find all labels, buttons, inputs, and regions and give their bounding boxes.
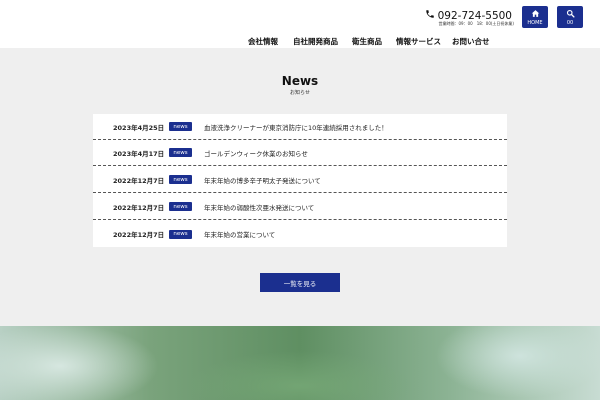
news-subtitle: お知らせ: [290, 90, 310, 96]
news-title: News: [281, 74, 319, 88]
news-link[interactable]: 血液洗浄クリーナーが東京消防庁に10年連続採用されました！: [204, 122, 388, 132]
home-icon: [531, 9, 540, 20]
search-button-label: 00: [566, 20, 574, 26]
home-button-label: HOME: [527, 20, 543, 26]
nav-item-own-products[interactable]: 自社開発商品: [293, 36, 338, 47]
search-icon: [566, 9, 575, 20]
news-tag: news: [169, 202, 192, 211]
nav-item-contact[interactable]: お問い合せ: [452, 36, 490, 47]
news-item[interactable]: 2023年4月17日 news ゴールデンウィーク休業のお知らせ: [93, 140, 507, 166]
phone-number: 092-724-5500: [437, 9, 512, 22]
search-button[interactable]: 00: [557, 6, 583, 28]
news-link[interactable]: 年末年始の営業について: [204, 229, 275, 239]
news-date: 2022年12月7日: [113, 203, 165, 212]
news-tag: news: [169, 122, 192, 131]
main-nav: 会社情報 自社開発商品 衛生商品 情報サービス お問い合せ: [0, 36, 600, 48]
hero-photo: [0, 326, 600, 400]
nav-item-info-services[interactable]: 情報サービス: [396, 36, 441, 47]
news-link[interactable]: 年末年始の博多辛子明太子発送について: [204, 175, 321, 185]
news-item[interactable]: 2022年12月7日 news 年末年始の博多辛子明太子発送について: [93, 167, 507, 193]
news-item[interactable]: 2023年4月25日 news 血液洗浄クリーナーが東京消防庁に10年連続採用さ…: [93, 114, 507, 140]
news-date: 2023年4月17日: [113, 149, 165, 158]
view-all-news-button[interactable]: 一覧を見る: [260, 273, 340, 292]
news-item[interactable]: 2022年12月7日 news 年末年始の営業について: [93, 221, 507, 247]
news-date: 2023年4月25日: [113, 123, 165, 132]
news-tag: news: [169, 229, 192, 239]
news-item[interactable]: 2022年12月7日 news 年末年始の弱酸性次亜水発送について: [93, 194, 507, 220]
news-date: 2022年12月7日: [113, 231, 165, 239]
news-link[interactable]: 年末年始の弱酸性次亜水発送について: [204, 202, 314, 212]
news-tag: news: [169, 148, 192, 157]
news-list: 2023年4月25日 news 血液洗浄クリーナーが東京消防庁に10年連続採用さ…: [93, 114, 507, 247]
nav-item-company[interactable]: 会社情報: [248, 36, 278, 47]
home-button[interactable]: HOME: [522, 6, 548, 28]
news-link[interactable]: ゴールデンウィーク休業のお知らせ: [204, 148, 308, 158]
phone-icon: [425, 9, 435, 22]
news-tag: news: [169, 175, 192, 184]
site-header: 092-724-5500 営業時間：09：00 18：00(土日祝休業) HOM…: [0, 0, 600, 48]
nav-item-hygiene-products[interactable]: 衛生商品: [352, 36, 382, 47]
business-hours: 営業時間：09：00 18：00(土日祝休業): [438, 21, 514, 26]
news-date: 2022年12月7日: [113, 176, 165, 185]
